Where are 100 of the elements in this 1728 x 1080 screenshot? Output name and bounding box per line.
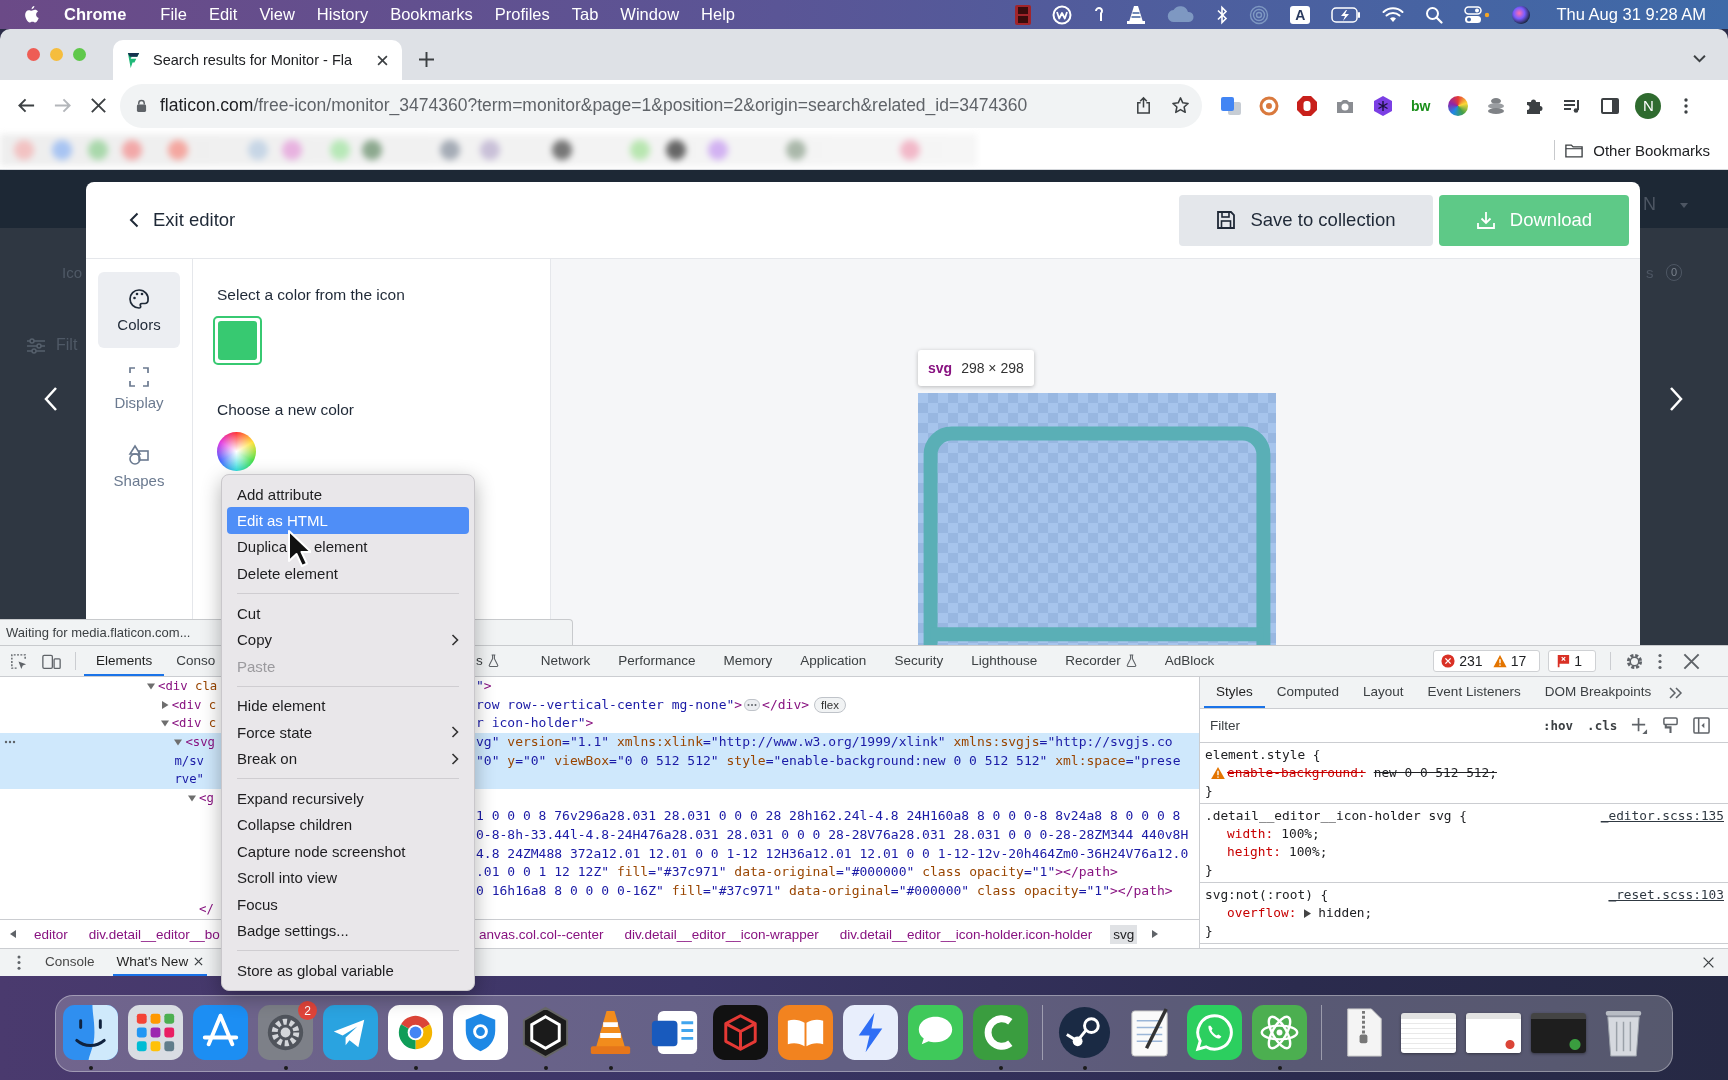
browser-tab[interactable]: Search results for Monitor - Fla <box>113 40 402 80</box>
devtools-tab[interactable]: Application <box>786 646 881 676</box>
close-icon[interactable] <box>194 957 204 966</box>
settings-icon[interactable] <box>1625 651 1644 671</box>
gradient-orb-icon[interactable] <box>1511 4 1532 25</box>
styles-tab[interactable]: DOM Breakpoints <box>1532 677 1664 708</box>
menu-bar-item[interactable]: View <box>259 5 295 24</box>
paper-plane-icon[interactable] <box>323 1005 378 1060</box>
color-ring-icon[interactable] <box>388 1005 443 1060</box>
css-property[interactable]: overflow: <box>1227 904 1297 922</box>
app-menu[interactable]: Chrome <box>64 5 127 24</box>
arc-tile-icon[interactable] <box>973 1005 1028 1060</box>
css-property[interactable]: enable-background: <box>1227 764 1366 782</box>
caret-right-icon[interactable] <box>160 700 169 709</box>
menu-bar-item[interactable]: History <box>316 5 369 24</box>
lightning-icon[interactable] <box>843 1005 898 1060</box>
caret-right-icon[interactable] <box>1304 908 1312 918</box>
context-menu-item[interactable]: Break on <box>227 745 469 772</box>
devtools-tab[interactable]: Conso <box>164 646 216 676</box>
devtools-tab[interactable]: AdBlock <box>1150 646 1229 676</box>
color-wheel-icon[interactable] <box>217 432 256 471</box>
side-panel-icon[interactable] <box>1600 95 1621 116</box>
caret-left-icon[interactable] <box>10 930 16 938</box>
profile-avatar[interactable]: N <box>1635 92 1662 119</box>
caret-down-icon[interactable] <box>174 738 183 747</box>
context-menu-item[interactable]: Delete element <box>227 560 469 587</box>
hexagon-icon[interactable] <box>1373 95 1393 116</box>
extension-button[interactable]: bw <box>1411 97 1431 114</box>
close-window-button[interactable] <box>27 48 40 61</box>
phone-bubble-icon[interactable] <box>1187 1005 1242 1060</box>
devtools-tab[interactable]: Elements <box>84 646 165 676</box>
css-value[interactable]: hidden; <box>1318 904 1373 922</box>
source-link[interactable]: _reset.scss:103 <box>1608 886 1724 904</box>
devtools-tab[interactable]: Memory <box>709 646 787 676</box>
context-menu-item[interactable]: Focus <box>227 890 469 918</box>
devtools-tab[interactable]: Performance <box>604 646 710 676</box>
ellipsis-icon[interactable] <box>744 698 761 711</box>
styles-tab[interactable]: Styles <box>1204 677 1265 708</box>
apple-logo-icon[interactable] <box>24 5 39 24</box>
styles-tab[interactable]: Event Listeners <box>1415 677 1533 708</box>
menu-bar-item[interactable]: Profiles <box>494 5 550 24</box>
arrow-left-icon[interactable] <box>17 96 36 115</box>
menu-bar-item[interactable]: File <box>160 5 187 24</box>
app-grid-icon[interactable] <box>128 1005 183 1060</box>
lock-icon[interactable] <box>136 99 147 112</box>
traffic-cone-icon[interactable] <box>1126 4 1147 25</box>
more-options-icon[interactable] <box>1658 651 1662 671</box>
chevron-down-icon[interactable] <box>1693 54 1706 63</box>
caret-down-icon[interactable] <box>147 682 155 691</box>
star-icon[interactable] <box>1171 96 1190 115</box>
plus-icon[interactable] <box>419 52 434 67</box>
search-icon[interactable] <box>1425 4 1444 25</box>
sidebar-toggle-icon[interactable] <box>1693 717 1711 734</box>
save-to-collection-button[interactable]: Save to collection <box>1179 194 1433 246</box>
close-icon[interactable] <box>1682 651 1701 671</box>
menu-bar-clock[interactable]: Thu Aug 31 9:28 AM <box>1556 5 1706 24</box>
layout-badge[interactable]: flex <box>814 696 846 713</box>
context-menu-item[interactable]: Scroll into view <box>227 864 469 891</box>
context-menu-item[interactable]: Add attribute <box>227 481 469 508</box>
sidebar-tab[interactable]: Display <box>98 350 180 426</box>
css-value[interactable]: 100%; <box>1288 843 1328 861</box>
double-chevron-icon[interactable] <box>1669 686 1684 699</box>
window-thumbnail[interactable] <box>1401 1013 1456 1053</box>
breadcrumb[interactable]: div.detail__editor__icon-wrapper <box>621 924 822 944</box>
exit-editor-button[interactable]: Exit editor <box>125 205 240 235</box>
close-icon[interactable] <box>1702 956 1715 969</box>
context-menu-item[interactable]: Store as global variable <box>227 957 469 984</box>
class-toggle[interactable]: .cls <box>1587 718 1618 733</box>
context-menu-item[interactable]: Badge settings... <box>227 917 469 944</box>
devtools-tab[interactable]: s <box>476 646 527 676</box>
menu-bar-item[interactable]: Tab <box>571 5 599 24</box>
linkage-icon[interactable] <box>1057 1005 1112 1060</box>
caret-down-icon[interactable] <box>160 719 169 728</box>
bluetooth-icon[interactable] <box>1216 4 1229 25</box>
film-strip-icon[interactable] <box>1015 4 1032 25</box>
devtools-tab[interactable]: Network <box>526 646 605 676</box>
color-wheel-icon[interactable] <box>1448 95 1469 116</box>
address-field[interactable]: flaticon.com/free-icon/monitor_3474360?term=monitor&page=1&position=2&origin=search&related_id=3474360 <box>120 83 1202 128</box>
devtools-tab[interactable]: Recorder <box>1051 646 1151 676</box>
cube-icon[interactable] <box>713 1005 768 1060</box>
input-source-indicator[interactable]: A <box>1290 5 1311 24</box>
context-menu-item[interactable]: Hide element <box>227 692 469 720</box>
breadcrumb[interactable]: svg <box>1110 924 1138 944</box>
styles-tab[interactable]: Computed <box>1264 677 1352 708</box>
chevron-left-icon[interactable] <box>44 386 58 412</box>
breadcrumb[interactable]: div.detail__editor__icon-holder.icon-holder <box>836 924 1096 944</box>
inspect-element-icon[interactable] <box>9 651 28 671</box>
color-swatch[interactable] <box>213 316 262 365</box>
close-icon[interactable] <box>89 96 108 115</box>
control-toggles-icon[interactable] <box>1464 4 1491 25</box>
sidebar-tab[interactable]: Colors <box>98 272 180 348</box>
gear-icon[interactable] <box>258 1005 313 1060</box>
atom-icon[interactable] <box>1252 1005 1307 1060</box>
breadcrumb[interactable]: anvas.col.col--center <box>476 924 607 944</box>
zigzag-circle-icon[interactable] <box>1052 4 1073 25</box>
breadcrumb[interactable]: editor <box>31 924 71 944</box>
menu-bar-item[interactable]: Help <box>701 5 735 24</box>
more-dots-icon[interactable] <box>4 739 16 744</box>
sidebar-tab[interactable]: Shapes <box>98 428 180 504</box>
more-options-icon[interactable] <box>1684 97 1689 114</box>
